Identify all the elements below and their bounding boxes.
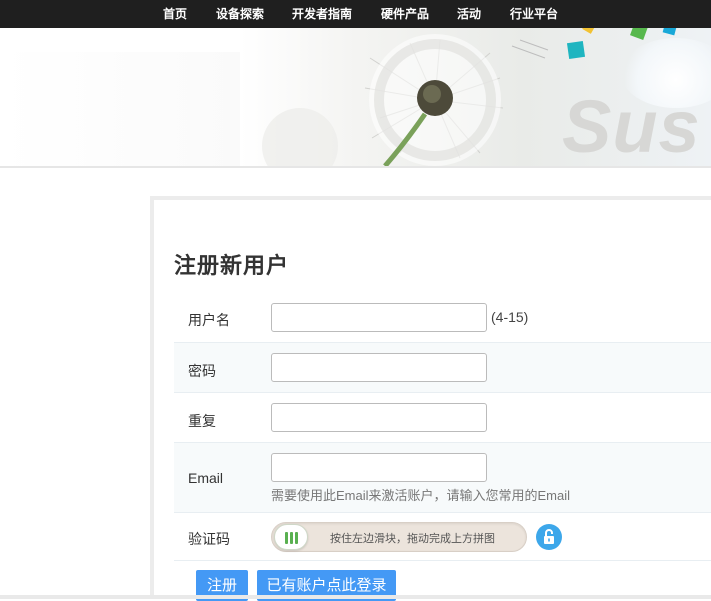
banner-text: Sus bbox=[562, 85, 701, 166]
username-label: 用户名 bbox=[188, 312, 230, 328]
nav-item-industry-platform[interactable]: 行业平台 bbox=[510, 0, 558, 28]
grip-bar bbox=[295, 532, 298, 544]
password-label: 密码 bbox=[188, 363, 216, 379]
username-length-hint: (4-15) bbox=[491, 309, 529, 325]
captcha-row: 验证码 按住左边滑块，拖动完成上方拼图 bbox=[174, 513, 711, 561]
nav-item-hardware-products[interactable]: 硬件产品 bbox=[381, 0, 429, 28]
password-row: 密码 bbox=[174, 343, 711, 393]
page-title: 注册新用户 bbox=[174, 253, 290, 278]
email-note: 需要使用此Email来激活账户，请输入您常用的Email bbox=[271, 488, 571, 503]
captcha-slider[interactable]: 按住左边滑块，拖动完成上方拼图 bbox=[271, 522, 527, 552]
nav-item-home[interactable]: 首页 bbox=[163, 0, 187, 28]
top-nav: 首页 设备探索 开发者指南 硬件产品 活动 行业平台 bbox=[0, 0, 711, 28]
slider-handle[interactable] bbox=[274, 524, 308, 550]
banner: Sus bbox=[0, 28, 711, 166]
grip-bar bbox=[285, 532, 288, 544]
email-label: Email bbox=[188, 470, 224, 486]
nav-item-device-explore[interactable]: 设备探索 bbox=[216, 0, 264, 28]
repeat-password-label: 重复 bbox=[188, 413, 216, 429]
captcha-label: 验证码 bbox=[188, 531, 230, 547]
repeat-password-row: 重复 bbox=[174, 393, 711, 443]
bottom-divider bbox=[0, 595, 711, 599]
email-input[interactable] bbox=[271, 453, 487, 482]
slider-instruction: 按住左边滑块，拖动完成上方拼图 bbox=[330, 533, 495, 545]
divider bbox=[0, 166, 711, 168]
register-panel: 注册新用户 用户名 (4-15) 密码 重复 Email 需要使用此Email来… bbox=[150, 196, 711, 601]
lock-icon[interactable] bbox=[536, 524, 562, 550]
email-row: Email 需要使用此Email来激活账户，请输入您常用的Email bbox=[174, 443, 711, 513]
password-input[interactable] bbox=[271, 353, 487, 382]
grip-bar bbox=[290, 532, 293, 544]
username-input[interactable] bbox=[271, 303, 487, 332]
nav-item-events[interactable]: 活动 bbox=[457, 0, 481, 28]
nav-item-developer-guide[interactable]: 开发者指南 bbox=[292, 0, 352, 28]
repeat-password-input[interactable] bbox=[271, 403, 487, 432]
username-row: 用户名 (4-15) bbox=[174, 292, 711, 343]
